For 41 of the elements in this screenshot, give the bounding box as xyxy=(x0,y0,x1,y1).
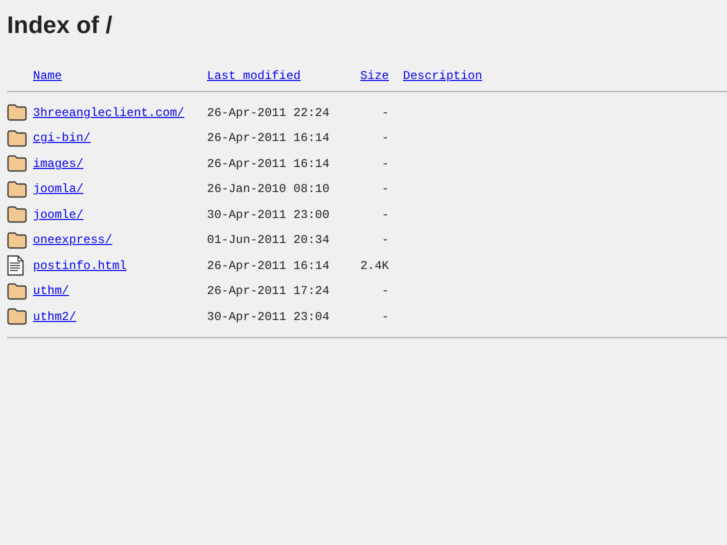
entry-link[interactable]: uthm/ xyxy=(33,284,70,298)
folder-icon xyxy=(7,206,27,224)
document-icon xyxy=(7,255,24,276)
column-link[interactable]: Description xyxy=(403,69,482,83)
modified-date: 26-Apr-2011 16:14 xyxy=(207,131,330,146)
folder-icon xyxy=(7,282,27,300)
entry-link[interactable]: 3hreeangleclient.com/ xyxy=(33,106,184,120)
column-link[interactable]: Size xyxy=(360,69,389,83)
column-link[interactable]: Name xyxy=(33,69,62,83)
entry-link[interactable]: images/ xyxy=(33,156,84,171)
file-size: - xyxy=(382,156,389,171)
file-size: - xyxy=(382,284,389,298)
folder-icon xyxy=(7,232,27,249)
file-size: 2.4K xyxy=(360,258,389,273)
modified-date: 26-Apr-2011 16:14 xyxy=(207,156,330,171)
column-link[interactable]: Last modified xyxy=(207,69,301,83)
folder-icon xyxy=(7,308,27,326)
modified-date: 26-Apr-2011 22:24 xyxy=(207,106,330,120)
file-size: - xyxy=(382,131,389,146)
folder-icon xyxy=(7,130,27,147)
file-size: - xyxy=(382,106,389,120)
modified-date: 01-Jun-2011 20:34 xyxy=(207,233,330,248)
entry-link[interactable]: postinfo.html xyxy=(33,258,127,273)
entry-link[interactable]: joomle/ xyxy=(33,208,84,222)
entry-link[interactable]: oneexpress/ xyxy=(33,233,112,248)
folder-icon xyxy=(7,180,27,198)
file-size: - xyxy=(382,208,389,222)
file-size: - xyxy=(382,182,389,196)
file-size: - xyxy=(382,233,389,248)
modified-date: 26-Jan-2010 08:10 xyxy=(207,182,330,196)
file-size: - xyxy=(382,310,389,324)
modified-date: 26-Apr-2011 17:24 xyxy=(207,284,330,298)
modified-date: 26-Apr-2011 16:14 xyxy=(207,258,330,273)
folder-icon xyxy=(7,155,27,172)
folder-icon xyxy=(7,104,27,122)
modified-date: 30-Apr-2011 23:04 xyxy=(207,310,330,324)
entry-link[interactable]: uthm2/ xyxy=(33,310,76,324)
page-title: Index of / xyxy=(7,11,114,41)
modified-date: 30-Apr-2011 23:00 xyxy=(207,208,330,222)
entry-link[interactable]: joomla/ xyxy=(33,182,84,196)
entry-link[interactable]: cgi-bin/ xyxy=(33,131,91,146)
